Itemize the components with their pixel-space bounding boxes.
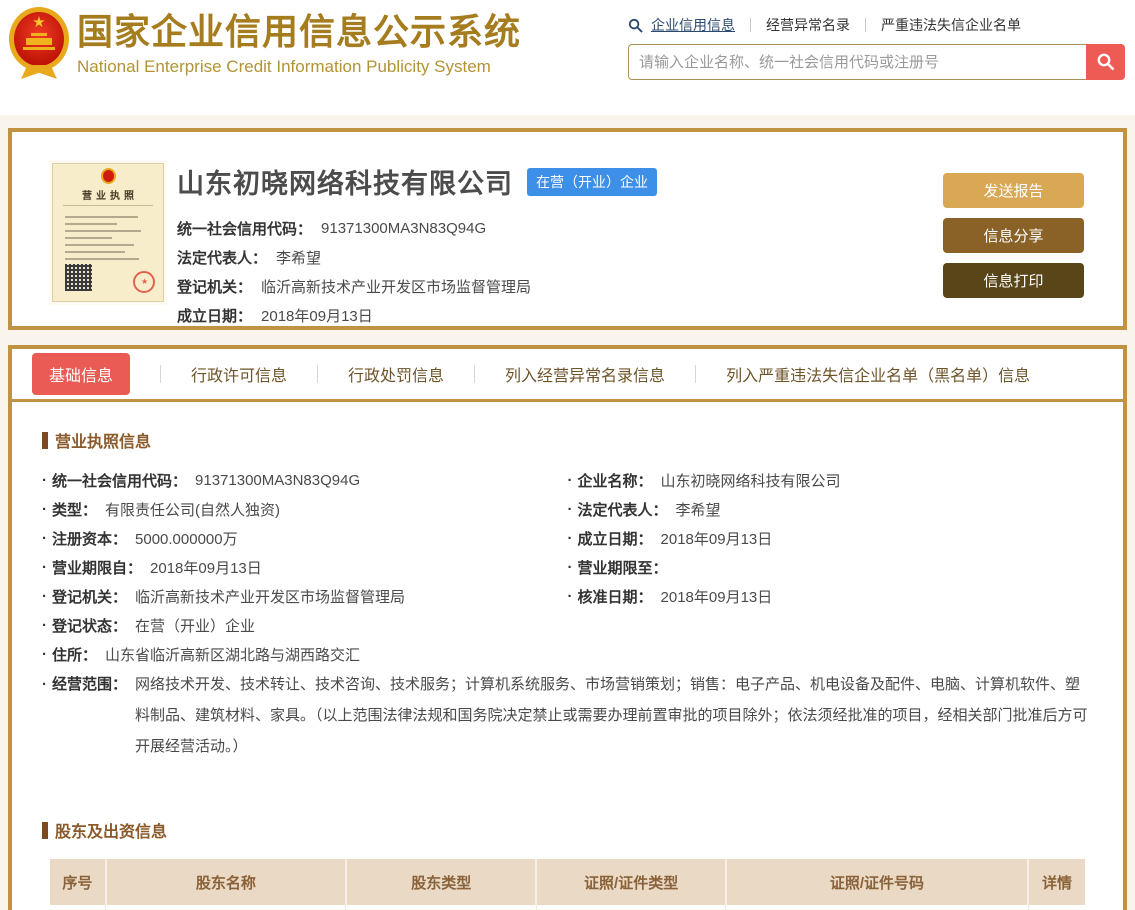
- shareholders-section-header: 股东及出资信息: [42, 818, 1093, 842]
- nav-link-abnormal-operations[interactable]: 经营异常名录: [766, 15, 850, 35]
- page: ★ 国家企业信用信息公示系统 National Enterprise Credi…: [0, 0, 1135, 910]
- col-header-cert-number: 证照/证件号码: [725, 859, 1030, 905]
- field-company-name: 企业名称：山东初晓网络科技有限公司: [568, 466, 1094, 495]
- print-info-button[interactable]: 信息打印: [943, 263, 1084, 298]
- col-header-cert-type: 证照/证件类型: [536, 859, 727, 905]
- table-row: 1 李希望 自然人股东 非公示项 非公示项 查看: [50, 905, 1085, 910]
- license-emblem-icon: [100, 168, 116, 184]
- license-qr-code: [65, 264, 92, 291]
- header-right: 企业信用信息 经营异常名录 严重违法失信企业名单: [628, 15, 1128, 80]
- col-header-seq: 序号: [50, 859, 107, 905]
- nav-link-enterprise-credit[interactable]: 企业信用信息: [651, 15, 735, 35]
- share-info-button[interactable]: 信息分享: [943, 218, 1084, 253]
- tab-separator: [695, 365, 697, 383]
- cell-shareholder-type: 自然人股东: [345, 905, 537, 910]
- search-button[interactable]: [1086, 44, 1125, 80]
- tab-content: 营业执照信息 统一社会信用代码：91371300MA3N83Q94G 类型：有限…: [12, 428, 1123, 910]
- tab-abnormal-operations-list[interactable]: 列入经营异常名录信息: [505, 362, 665, 386]
- tab-separator: [474, 365, 476, 383]
- site-header: ★ 国家企业信用信息公示系统 National Enterprise Credi…: [0, 0, 1135, 115]
- status-badge: 在营（开业）企业: [527, 167, 657, 196]
- search-icon: [1097, 53, 1114, 71]
- field-registration-authority: 登记机关： 临沂高新技术产业开发区市场监督管理局: [177, 279, 532, 296]
- send-report-button[interactable]: 发送报告: [943, 173, 1084, 208]
- cell-cert-type: 非公示项: [536, 905, 727, 910]
- star-icon: ★: [32, 14, 46, 31]
- table-header-row: 序号 股东名称 股东类型 证照/证件类型 证照/证件号码 详情: [50, 859, 1085, 905]
- tab-basic-info[interactable]: 基础信息: [32, 353, 131, 395]
- main-info-card: 基础信息 行政许可信息 行政处罚信息 列入经营异常名录信息 列入严重违法失信企业…: [8, 345, 1127, 910]
- nav-separator: [750, 18, 751, 32]
- field-credit-code: 统一社会信用代码： 91371300MA3N83Q94G: [177, 220, 487, 238]
- business-license-thumbnail: 营业执照: [52, 163, 164, 302]
- emblem-red-core: ★: [14, 12, 64, 66]
- license-fields-right: 企业名称：山东初晓网络科技有限公司 法定代表人：李希望 成立日期：2018年09…: [568, 466, 1094, 669]
- site-title-block: 国家企业信用信息公示系统 National Enterprise Credit …: [77, 10, 521, 77]
- field-term-end: 营业期限至：: [568, 553, 1094, 582]
- action-buttons: 发送报告 信息分享 信息打印: [943, 173, 1084, 308]
- cell-shareholder-name: 李希望: [105, 905, 347, 910]
- license-title: 营业执照: [82, 191, 138, 202]
- tab-separator: [317, 365, 319, 383]
- field-establishment-date: 成立日期：2018年09月13日: [568, 524, 1094, 553]
- emblem-gold-ring: ★: [9, 7, 69, 71]
- field-company-type: 类型：有限责任公司(自然人独资): [42, 495, 568, 524]
- field-approval-date: 核准日期：2018年09月13日: [568, 582, 1094, 611]
- field-registration-authority: 登记机关：临沂高新技术产业开发区市场监督管理局: [42, 582, 568, 611]
- field-business-scope: 经营范围： 网络技术开发、技术转让、技术咨询、技术服务；计算机系统服务、市场营销…: [42, 669, 1093, 762]
- cell-seq: 1: [50, 905, 107, 910]
- nav-link-serious-violation[interactable]: 严重违法失信企业名单: [881, 15, 1021, 35]
- cell-detail: 查看: [1028, 905, 1085, 910]
- section-bar-icon: [42, 821, 48, 839]
- field-legal-representative: 法定代表人：李希望: [568, 495, 1094, 524]
- company-key-fields: 统一社会信用代码： 91371300MA3N83Q94G 法定代表人： 李希望 …: [177, 214, 917, 330]
- field-establishment-date: 成立日期： 2018年09月13日: [177, 308, 373, 325]
- license-info-section-header: 营业执照信息: [42, 428, 1093, 452]
- license-red-seal-icon: [133, 271, 155, 293]
- cell-cert-number: 非公示项: [725, 905, 1029, 910]
- license-fields-left: 统一社会信用代码：91371300MA3N83Q94G 类型：有限责任公司(自然…: [42, 466, 568, 669]
- tab-administrative-penalty[interactable]: 行政处罚信息: [348, 362, 444, 386]
- field-registered-capital: 注册资本：5000.000000万: [42, 524, 568, 553]
- license-text-lines: [53, 209, 163, 262]
- tab-separator: [160, 365, 162, 383]
- search-icon: [628, 18, 643, 33]
- tiananmen-icon: [23, 33, 55, 50]
- col-header-shareholder-name: 股东名称: [105, 859, 347, 905]
- shareholders-table: 序号 股东名称 股东类型 证照/证件类型 证照/证件号码 详情 1 李希望 自然: [50, 859, 1085, 910]
- tab-bar: 基础信息 行政许可信息 行政处罚信息 列入经营异常名录信息 列入严重违法失信企业…: [12, 349, 1123, 402]
- license-divider: [63, 205, 153, 206]
- field-credit-code: 统一社会信用代码：91371300MA3N83Q94G: [42, 466, 568, 495]
- field-address: 住所：山东省临沂高新区湖北路与湖西路交汇: [42, 640, 568, 669]
- national-emblem-logo: ★: [9, 7, 69, 87]
- searchbar: [628, 44, 1125, 80]
- field-term-start: 营业期限自：2018年09月13日: [42, 553, 568, 582]
- tab-administrative-license[interactable]: 行政许可信息: [191, 362, 287, 386]
- site-title: 国家企业信用信息公示系统: [77, 11, 522, 52]
- col-header-detail: 详情: [1028, 859, 1085, 905]
- search-input[interactable]: [628, 44, 1086, 80]
- col-header-shareholder-type: 股东类型: [345, 859, 538, 905]
- section-bar-icon: [42, 431, 48, 449]
- site-subtitle: National Enterprise Credit Information P…: [77, 57, 491, 76]
- page-body: 营业执照 山东初晓网络科技有限公司 在营（开业）企业: [0, 115, 1135, 910]
- company-info: 山东初晓网络科技有限公司 在营（开业）企业 统一社会信用代码： 91371300…: [177, 162, 917, 330]
- nav-separator: [865, 18, 866, 32]
- field-registration-status: 登记状态：在营（开业）企业: [42, 611, 568, 640]
- company-name: 山东初晓网络科技有限公司: [177, 169, 513, 199]
- license-info-fields: 统一社会信用代码：91371300MA3N83Q94G 类型：有限责任公司(自然…: [42, 466, 1093, 669]
- company-summary-card: 营业执照 山东初晓网络科技有限公司 在营（开业）企业: [8, 128, 1127, 330]
- top-nav: 企业信用信息 经营异常名录 严重违法失信企业名单: [628, 15, 1128, 35]
- field-legal-representative: 法定代表人： 李希望: [177, 250, 322, 267]
- tab-serious-violation-blacklist[interactable]: 列入严重违法失信企业名单（黑名单）信息: [726, 362, 1030, 386]
